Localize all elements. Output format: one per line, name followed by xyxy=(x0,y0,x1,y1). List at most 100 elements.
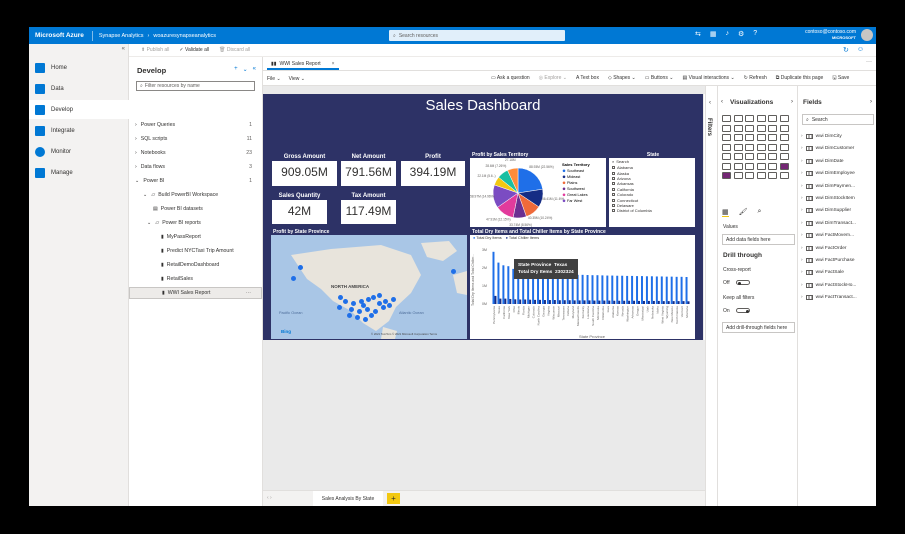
viz-type-icon[interactable] xyxy=(756,124,766,132)
chevron-left-icon[interactable]: ‹ xyxy=(709,100,711,106)
bar-chiller-items[interactable] xyxy=(613,300,616,304)
bar-dry-items[interactable] xyxy=(640,276,643,304)
checkbox-icon[interactable] xyxy=(612,182,615,186)
publish-all-button[interactable]: ⬆ Publish all xyxy=(141,47,169,53)
fields-well-icon[interactable]: ▦ xyxy=(722,208,729,217)
chevron-right-icon[interactable]: › xyxy=(135,136,137,142)
bell-icon[interactable]: ♪ xyxy=(726,30,730,38)
nav-data[interactable]: Data xyxy=(29,79,129,98)
kpi-sales-quantity[interactable]: Sales Quantity 42M xyxy=(271,191,328,225)
nav-monitor[interactable]: Monitor xyxy=(29,142,129,161)
viz-type-icon[interactable] xyxy=(779,153,789,160)
collapse-all-icon[interactable]: ⌄ xyxy=(243,66,248,73)
kpi-net-amount[interactable]: Net Amount 791.56M xyxy=(340,152,397,187)
viz-type-icon[interactable] xyxy=(722,143,731,151)
tree-item[interactable]: › SQL scripts 11 xyxy=(129,133,262,145)
nav-integrate[interactable]: Integrate xyxy=(29,121,129,140)
bar-chiller-items[interactable] xyxy=(652,300,655,304)
field-table-row[interactable]: › wwi FactTransact... xyxy=(801,292,857,303)
bar-chiller-items[interactable] xyxy=(543,300,546,304)
bar-dry-items[interactable] xyxy=(636,276,639,304)
viz-type-icon[interactable] xyxy=(768,124,777,132)
more-icon[interactable]: ··· xyxy=(866,59,872,65)
viz-type-icon[interactable] xyxy=(756,162,766,170)
buttons-button[interactable]: ▭ Buttons ⌄ xyxy=(645,75,674,83)
checkbox-icon[interactable] xyxy=(612,193,615,197)
bar-dry-items[interactable] xyxy=(685,277,688,304)
bar-chiller-items[interactable] xyxy=(583,300,586,304)
shapes-button[interactable]: ◇ Shapes ⌄ xyxy=(608,75,636,83)
map-bubble[interactable] xyxy=(371,295,376,300)
azure-brand[interactable]: Microsoft Azure xyxy=(29,30,93,41)
bar-visual[interactable]: Total Dry Items and Total Chiller Items … xyxy=(470,229,695,339)
viz-type-icon[interactable] xyxy=(733,115,743,122)
bar-chiller-items[interactable] xyxy=(628,300,631,304)
bar-dry-items[interactable] xyxy=(626,275,629,304)
analytics-icon[interactable]: ⌕ xyxy=(758,208,762,217)
checkbox-icon[interactable] xyxy=(612,209,615,213)
bar-dry-items[interactable] xyxy=(621,275,624,304)
bar-chiller-items[interactable] xyxy=(687,301,690,304)
viz-type-icon[interactable] xyxy=(745,143,754,151)
field-table-row[interactable]: › wwi DimCustomer xyxy=(801,143,854,154)
chevron-right-icon[interactable]: › xyxy=(801,295,803,300)
tree-item[interactable]: ⌄ Power BI 1 xyxy=(129,175,262,187)
legend-label[interactable]: Southwest xyxy=(567,187,586,191)
duplicate-page-button[interactable]: ⧉ Duplicate this page xyxy=(776,75,824,83)
bar-chiller-items[interactable] xyxy=(529,299,532,304)
bar-chiller-items[interactable] xyxy=(647,300,650,304)
nav-manage[interactable]: Manage xyxy=(29,163,129,182)
fields-search-input[interactable]: ⌕ Search xyxy=(802,114,874,125)
chevron-right-icon[interactable]: › xyxy=(870,99,872,105)
avatar[interactable] xyxy=(861,29,873,41)
viz-type-icon[interactable] xyxy=(722,124,731,132)
map-bubble[interactable] xyxy=(377,293,382,298)
bar-chiller-items[interactable] xyxy=(608,300,611,304)
chevron-right-icon[interactable]: › xyxy=(801,146,803,151)
field-table-row[interactable]: › wwi FactMovem... xyxy=(801,230,854,241)
map-bubble[interactable] xyxy=(349,307,354,312)
chevron-right-icon[interactable]: › xyxy=(801,221,803,226)
viz-type-icon[interactable] xyxy=(745,172,754,179)
map-bubble[interactable] xyxy=(351,301,356,306)
field-table-row[interactable]: › wwi FactSale xyxy=(801,267,844,278)
chevron-right-icon[interactable]: › xyxy=(801,134,803,139)
bar-chiller-items[interactable] xyxy=(553,300,556,304)
global-search-input[interactable]: ⌕ Search resources xyxy=(389,30,565,41)
map-bubble[interactable] xyxy=(365,307,370,312)
viz-type-icon[interactable] xyxy=(733,124,743,132)
add-icon[interactable]: + xyxy=(234,66,238,73)
viz-type-icon[interactable] xyxy=(756,134,766,141)
feedback-icon[interactable]: ☺ xyxy=(857,46,864,54)
view-menu[interactable]: View ⌄ xyxy=(289,76,305,82)
viz-type-icon[interactable] xyxy=(722,153,731,160)
map-bubble[interactable] xyxy=(343,299,348,304)
kpi-gross-amount[interactable]: Gross Amount 909.05M xyxy=(271,152,338,187)
legend-label[interactable]: Plains xyxy=(567,181,577,185)
viz-type-icon[interactable] xyxy=(733,172,743,179)
bar-dry-items[interactable] xyxy=(601,275,604,304)
bar-dry-items[interactable] xyxy=(616,275,619,304)
chevron-right-icon[interactable]: › xyxy=(801,184,803,189)
bar-chiller-items[interactable] xyxy=(638,300,641,304)
bar-chiller-items[interactable] xyxy=(672,301,675,304)
help-icon[interactable]: ? xyxy=(753,30,757,38)
bar-chiller-items[interactable] xyxy=(588,300,591,304)
map-bubble[interactable] xyxy=(347,313,352,318)
bar-dry-items[interactable] xyxy=(571,274,574,304)
cloud-shell-icon[interactable]: ⇆ xyxy=(695,30,701,38)
tree-item[interactable]: ▮ MyPassReport xyxy=(129,231,262,243)
refresh-icon[interactable]: ↻ xyxy=(843,46,849,54)
chevron-down-icon[interactable]: ⌄ xyxy=(147,220,151,226)
field-table-row[interactable]: › wwi DimTransact... xyxy=(801,218,856,229)
bar-dry-items[interactable] xyxy=(665,276,668,304)
bar-dry-items[interactable] xyxy=(631,275,634,304)
chevron-right-icon[interactable]: › xyxy=(135,150,137,156)
bar-chiller-items[interactable] xyxy=(519,299,522,305)
chevron-right-icon[interactable]: › xyxy=(801,171,803,176)
bar-chiller-items[interactable] xyxy=(539,299,542,304)
format-icon[interactable]: 🖌 xyxy=(739,208,748,217)
bar-chiller-items[interactable] xyxy=(667,301,670,304)
bar-dry-items[interactable] xyxy=(502,265,505,304)
explore-button[interactable]: ◎ Explore ⌄ xyxy=(539,75,567,83)
